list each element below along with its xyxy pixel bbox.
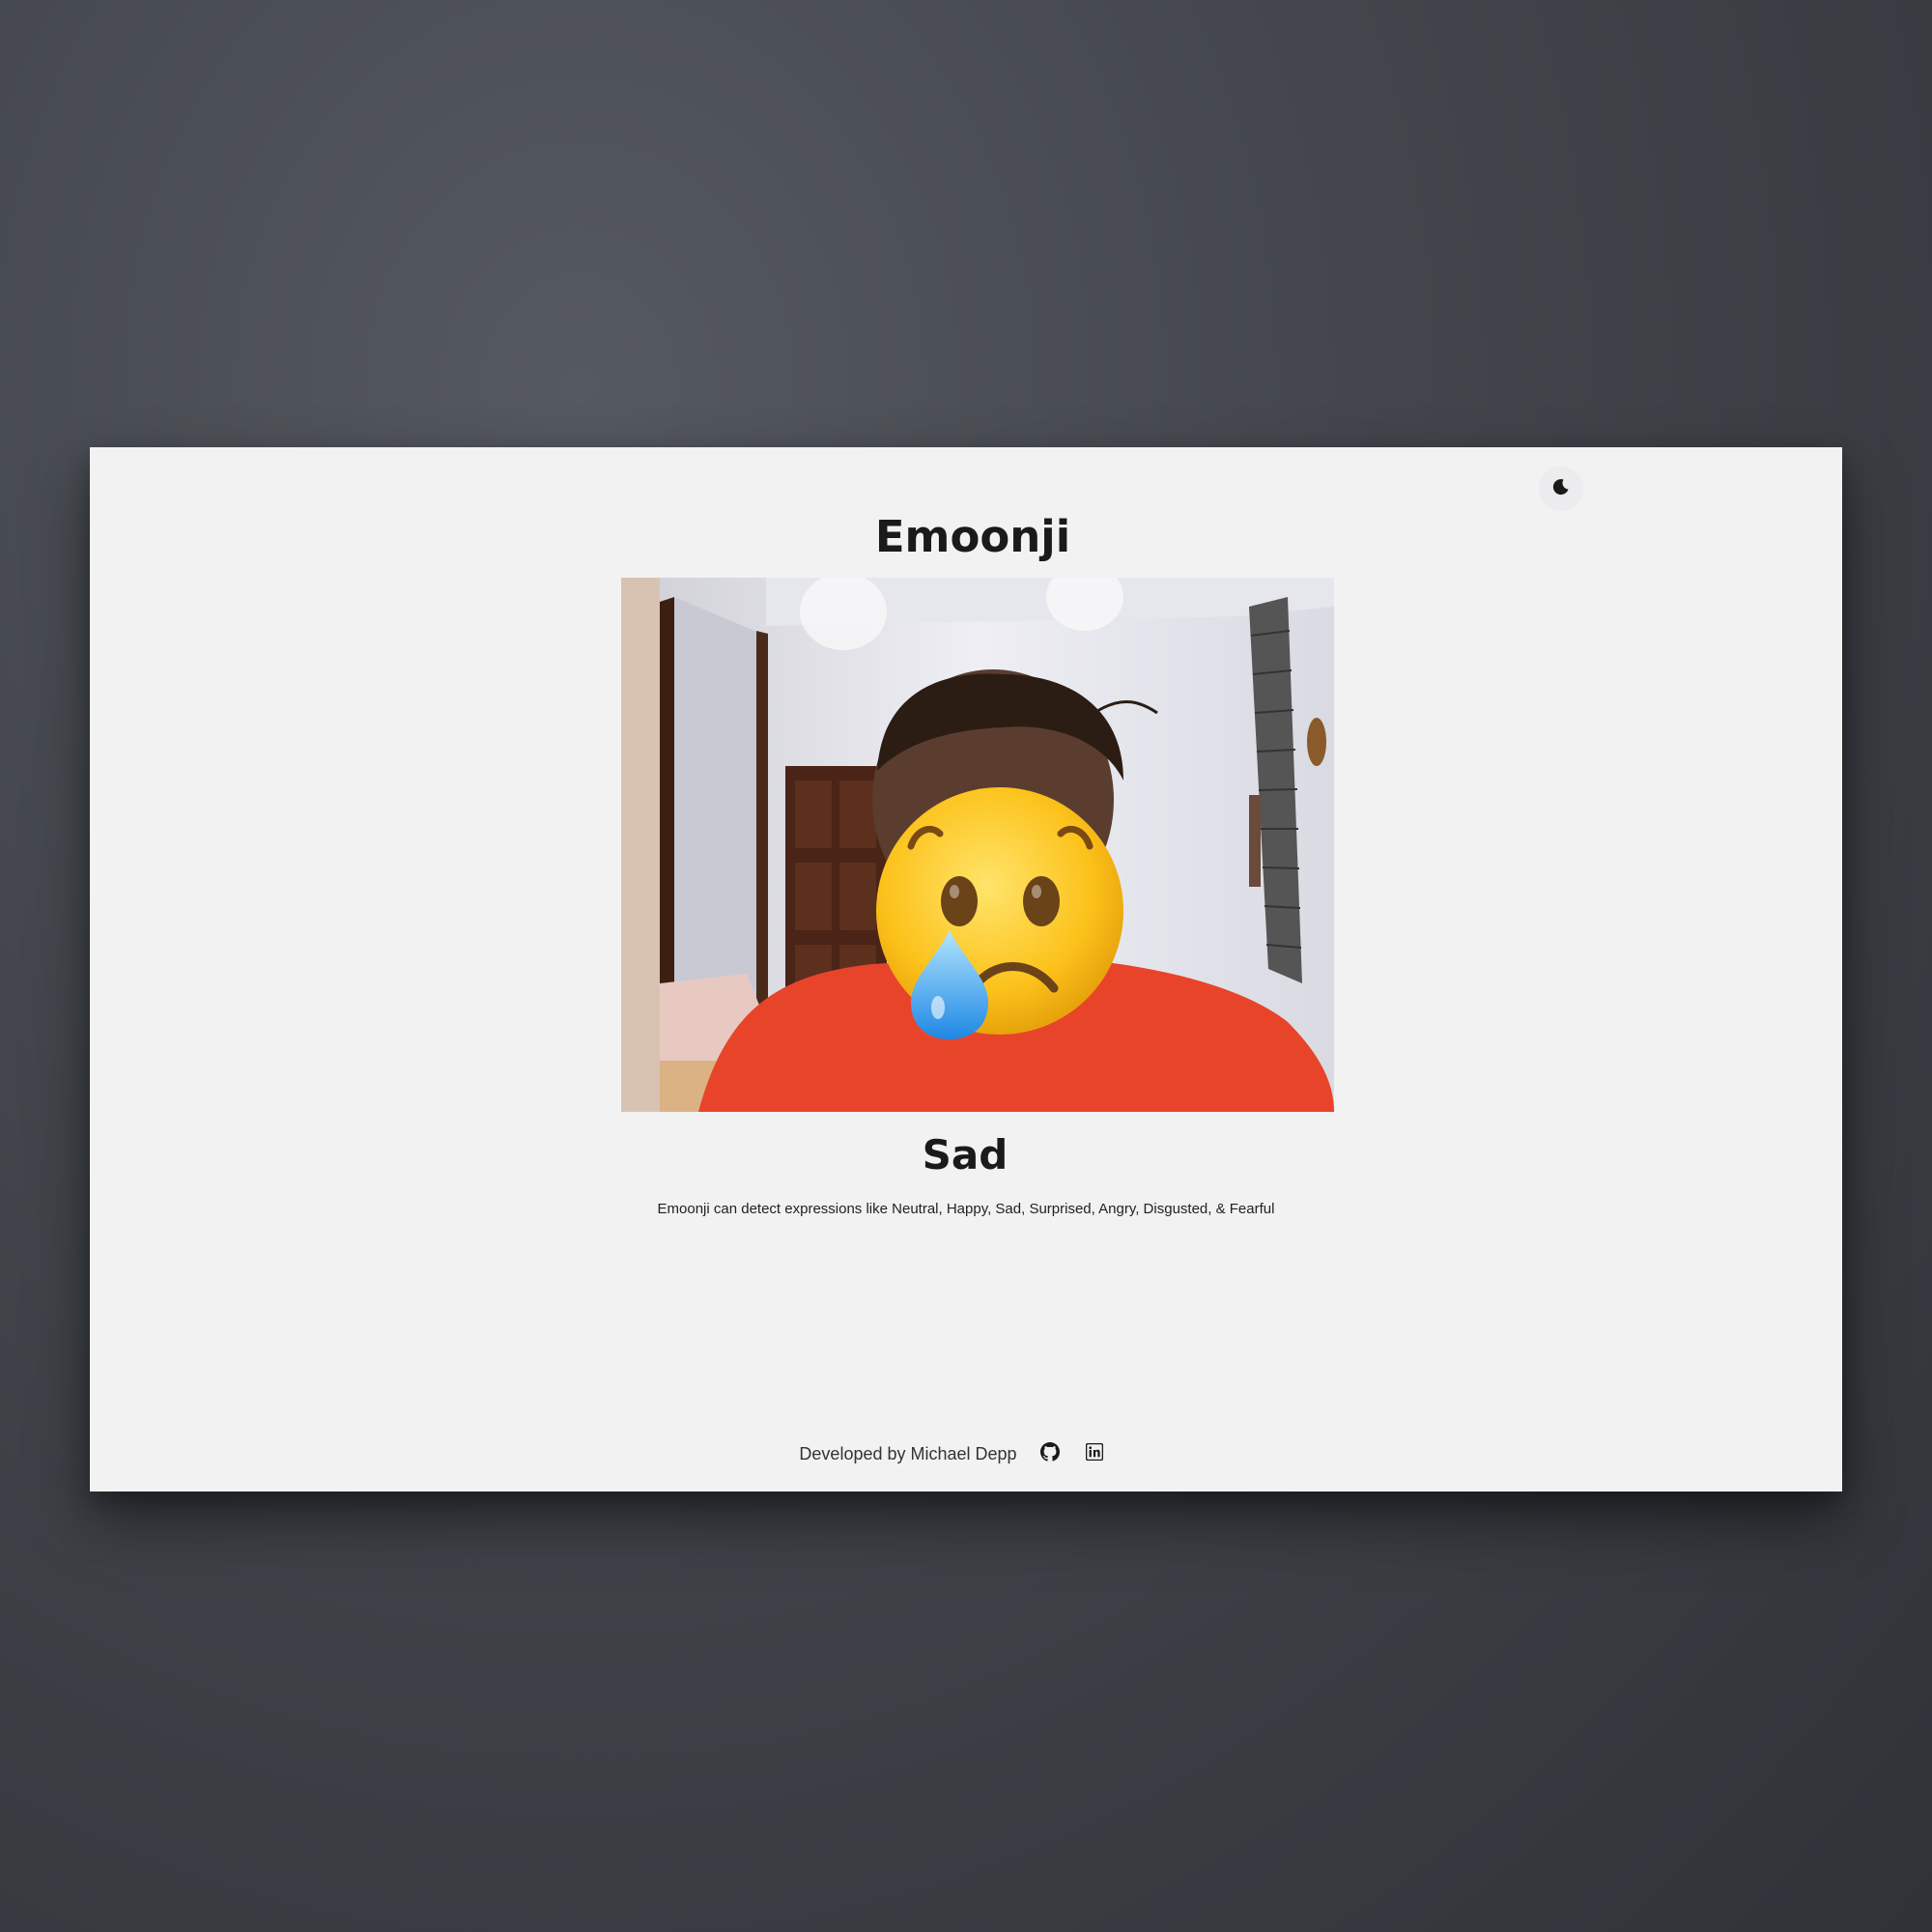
app-title: Emoonji bbox=[874, 511, 1071, 562]
footer-credit: Developed by Michael Depp bbox=[799, 1443, 1017, 1463]
theme-toggle-button[interactable] bbox=[1539, 467, 1583, 511]
linkedin-icon bbox=[1085, 1442, 1103, 1465]
github-icon bbox=[1039, 1441, 1060, 1466]
detection-description: Emoonji can detect expressions like Neut… bbox=[657, 1201, 1275, 1217]
app-window: Emoonji Sad Emoonji can detect expressio… bbox=[90, 447, 1842, 1492]
linkedin-link[interactable] bbox=[1083, 1442, 1106, 1465]
footer: Developed by Michael Depp bbox=[90, 1441, 1829, 1466]
detected-emotion-label: Sad bbox=[922, 1131, 1009, 1179]
moon-icon bbox=[1551, 477, 1571, 500]
github-link[interactable] bbox=[1038, 1441, 1062, 1466]
webcam-feed bbox=[621, 578, 1334, 1112]
